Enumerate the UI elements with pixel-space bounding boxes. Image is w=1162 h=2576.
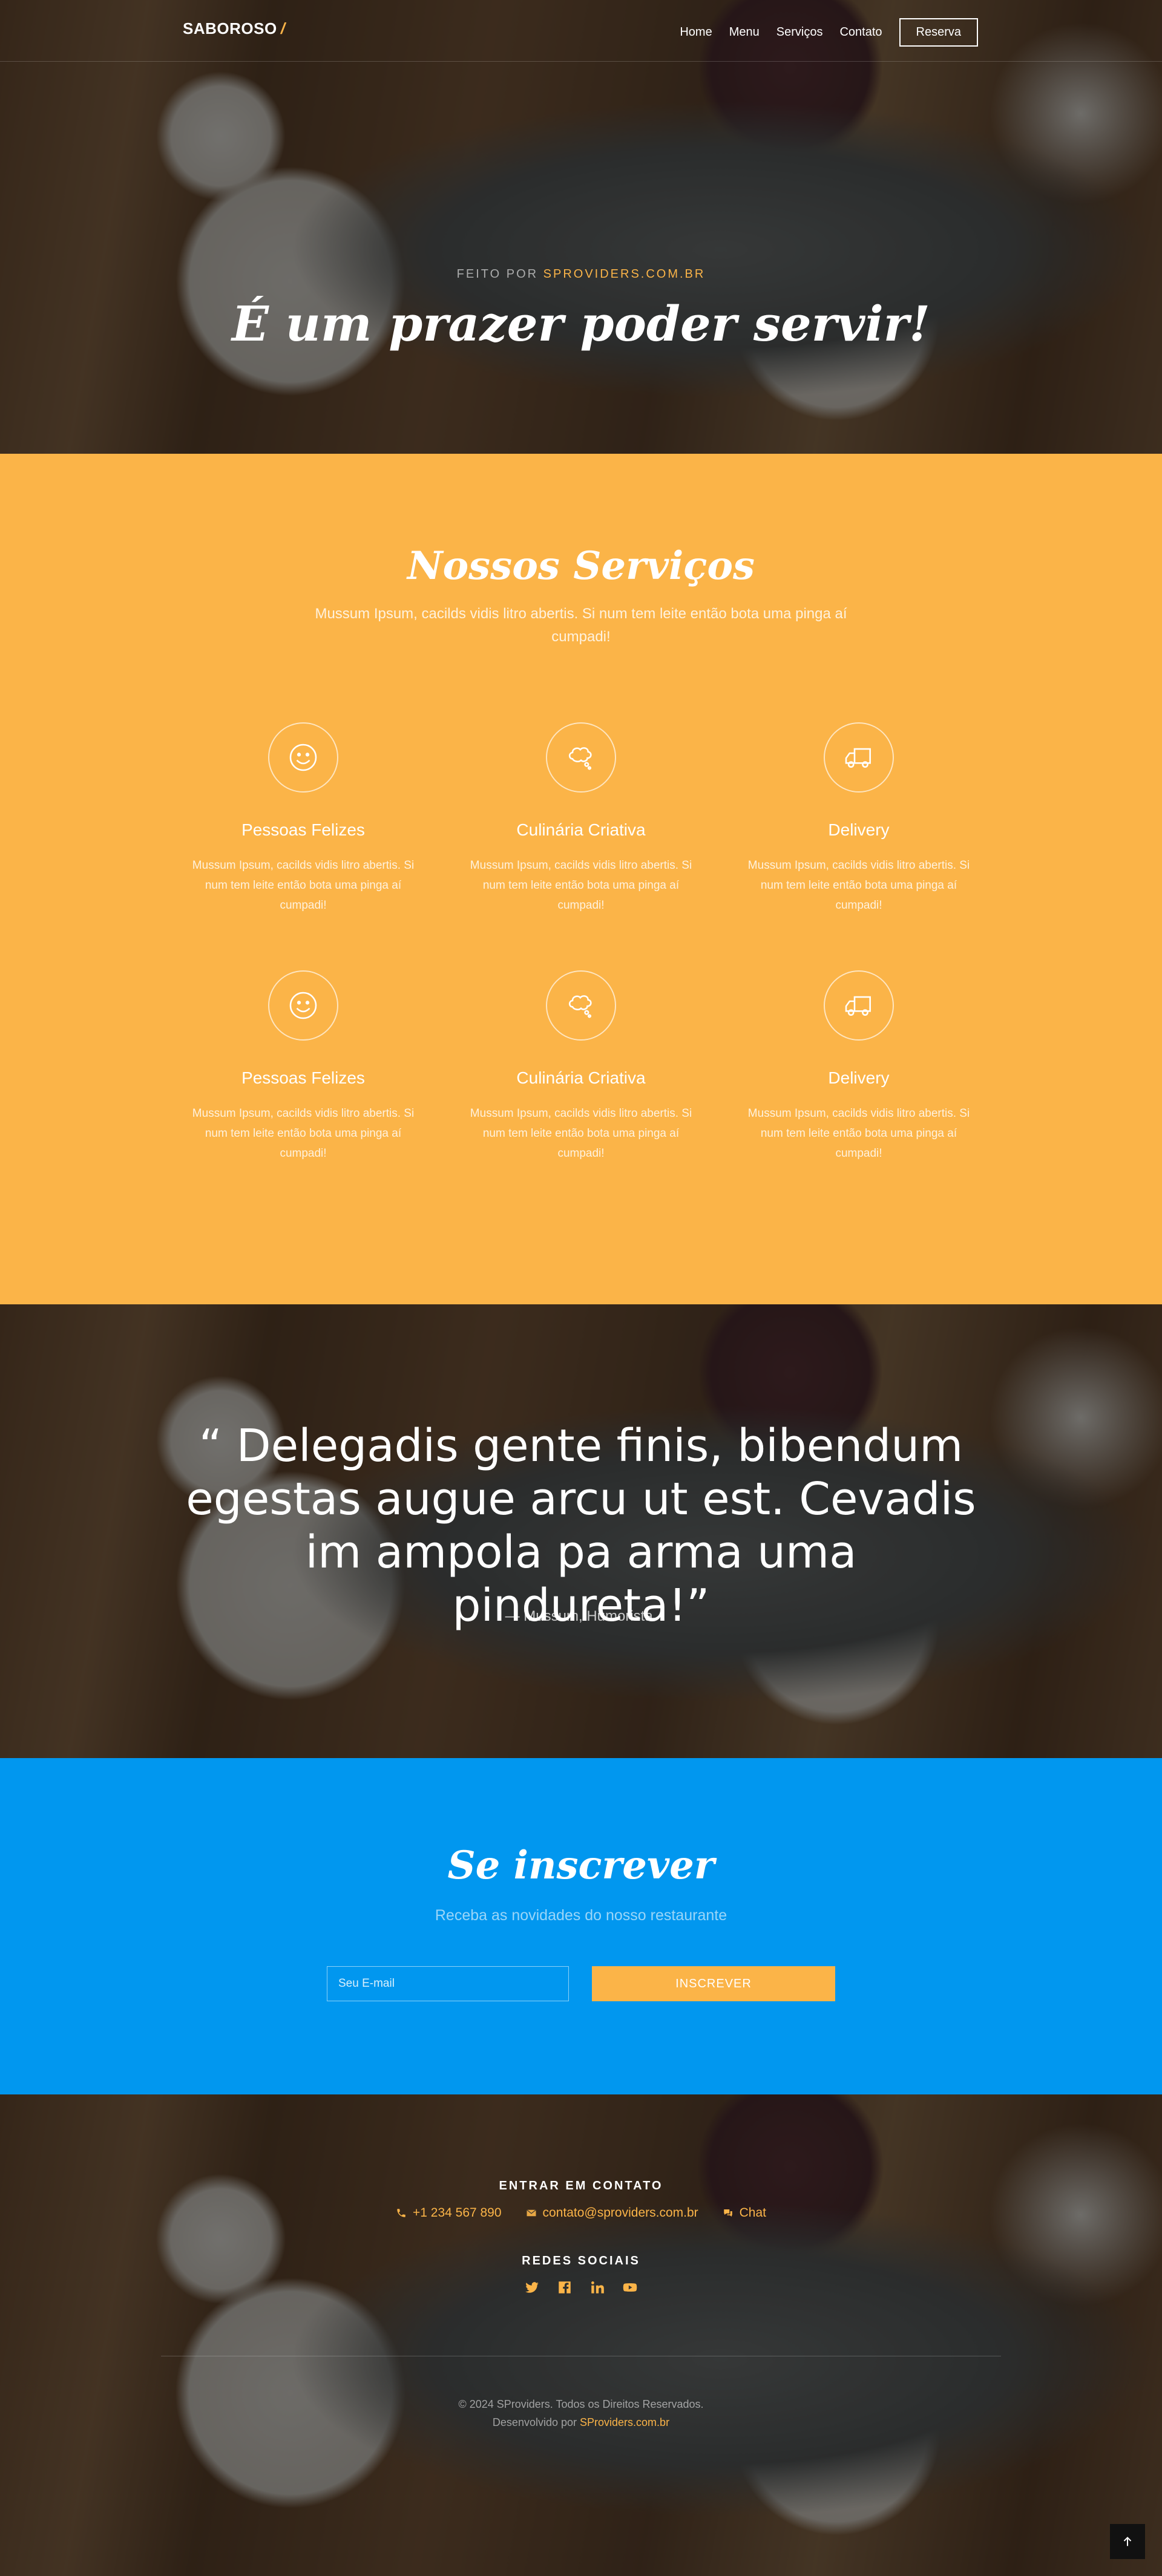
service-text: Mussum Ipsum, cacilds vidis litro aberti…	[470, 859, 692, 912]
service-title: Delivery	[828, 1068, 890, 1087]
credit-link[interactable]: SProviders.com.br	[580, 2416, 669, 2428]
subscribe-title: Se inscrever	[447, 1843, 715, 1888]
service-text: Mussum Ipsum, cacilds vidis litro aberti…	[192, 1107, 415, 1160]
truck-icon	[824, 722, 894, 793]
twitter-icon[interactable]	[524, 2280, 540, 2298]
brand-mark: /	[280, 19, 286, 38]
nav-contato[interactable]: Contato	[839, 25, 882, 39]
service-card: Delivery Mussum Ipsum, cacilds vidis lit…	[738, 970, 980, 1163]
reserve-button[interactable]: Reserva	[899, 18, 978, 47]
hero-kicker-link[interactable]: SPROVIDERS.COM.BR	[543, 267, 706, 281]
thought-bubble-icon	[546, 970, 616, 1041]
hero-kicker: FEITO POR SPROVIDERS.COM.BR	[0, 267, 1162, 281]
hero-kicker-prefix: FEITO POR	[456, 267, 543, 281]
service-card: Pessoas Felizes Mussum Ipsum, cacilds vi…	[182, 722, 424, 915]
credit-text: Desenvolvido por SProviders.com.br	[0, 2416, 1162, 2429]
phone-link[interactable]: +1 234 567 890	[396, 2206, 502, 2220]
service-title: Culinária Criativa	[516, 1068, 646, 1087]
service-text: Mussum Ipsum, cacilds vidis litro aberti…	[747, 1107, 970, 1160]
truck-icon	[824, 970, 894, 1041]
copyright-text: © 2024 SProviders. Todos os Direitos Res…	[458, 2398, 704, 2410]
envelope-icon	[526, 2209, 536, 2217]
youtube-icon[interactable]	[622, 2280, 638, 2298]
email-address: contato@sproviders.com.br	[542, 2206, 698, 2220]
arrow-up-icon	[1123, 2537, 1132, 2546]
hero-section: SABOROSO / Home Menu Serviços Contato Res…	[0, 0, 1162, 454]
email-link[interactable]: contato@sproviders.com.br	[526, 2206, 698, 2220]
quote-text: “ Delegadis gente finis, bibendum egesta…	[186, 1420, 976, 1632]
service-text: Mussum Ipsum, cacilds vidis litro aberti…	[470, 1107, 692, 1160]
nav-home[interactable]: Home	[680, 25, 712, 39]
nav-menu[interactable]: Menu	[729, 25, 760, 39]
services-subtitle: Mussum Ipsum, cacilds vidis litro aberti…	[315, 606, 847, 645]
service-card: Culinária Criativa Mussum Ipsum, cacilds…	[460, 722, 702, 915]
subscribe-button[interactable]: INSCREVER	[592, 1966, 835, 2001]
social-title: REDES SOCIAIS	[522, 2254, 640, 2267]
subscribe-subtitle: Receba as novidades do nosso restaurante	[435, 1907, 727, 1924]
thought-bubble-icon	[546, 722, 616, 793]
brand-name: SABOROSO	[183, 19, 277, 38]
contact-links: +1 234 567 890 contato@sproviders.com.br…	[0, 2206, 1162, 2220]
contact-title: ENTRAR EM CONTATO	[499, 2179, 663, 2192]
credit-prefix: Desenvolvido por	[492, 2416, 580, 2428]
smile-icon	[268, 970, 338, 1041]
services-title: Nossos Serviços	[407, 543, 755, 589]
quote-author: — Mussum, Humorista.	[505, 1608, 657, 1624]
main-nav: Home Menu Serviços Contato Reserva	[680, 18, 978, 47]
service-title: Culinária Criativa	[516, 820, 646, 839]
nav-servicos[interactable]: Serviços	[776, 25, 823, 39]
footer: ENTRAR EM CONTATO +1 234 567 890 contato…	[0, 2094, 1162, 2576]
hero-title: É um prazer poder servir!	[231, 295, 931, 352]
back-to-top-button[interactable]	[1110, 2524, 1145, 2559]
smile-icon	[268, 722, 338, 793]
service-card: Delivery Mussum Ipsum, cacilds vidis lit…	[738, 722, 980, 915]
chat-link[interactable]: Chat	[723, 2206, 766, 2220]
phone-number: +1 234 567 890	[412, 2206, 502, 2220]
service-card: Culinária Criativa Mussum Ipsum, cacilds…	[460, 970, 702, 1163]
service-title: Pessoas Felizes	[241, 1068, 365, 1087]
social-links	[0, 2280, 1162, 2298]
service-text: Mussum Ipsum, cacilds vidis litro aberti…	[192, 859, 415, 912]
brand-logo[interactable]: SABOROSO /	[183, 19, 285, 38]
top-navbar: SABOROSO / Home Menu Serviços Contato Res…	[0, 0, 1162, 62]
chat-label: Chat	[739, 2206, 766, 2220]
service-text: Mussum Ipsum, cacilds vidis litro aberti…	[747, 859, 970, 912]
phone-icon	[397, 2209, 405, 2217]
services-section: Nossos Serviços Mussum Ipsum, cacilds vi…	[0, 454, 1162, 1304]
service-title: Delivery	[828, 820, 890, 839]
chat-icon	[723, 2209, 732, 2217]
linkedin-icon[interactable]	[589, 2280, 605, 2298]
email-input[interactable]	[327, 1966, 569, 2001]
service-card: Pessoas Felizes Mussum Ipsum, cacilds vi…	[182, 970, 424, 1163]
subscribe-section: Se inscrever Receba as novidades do noss…	[0, 1758, 1162, 2094]
facebook-icon[interactable]	[557, 2280, 573, 2298]
quote-section: “ Delegadis gente finis, bibendum egesta…	[0, 1304, 1162, 1758]
service-title: Pessoas Felizes	[241, 820, 365, 839]
